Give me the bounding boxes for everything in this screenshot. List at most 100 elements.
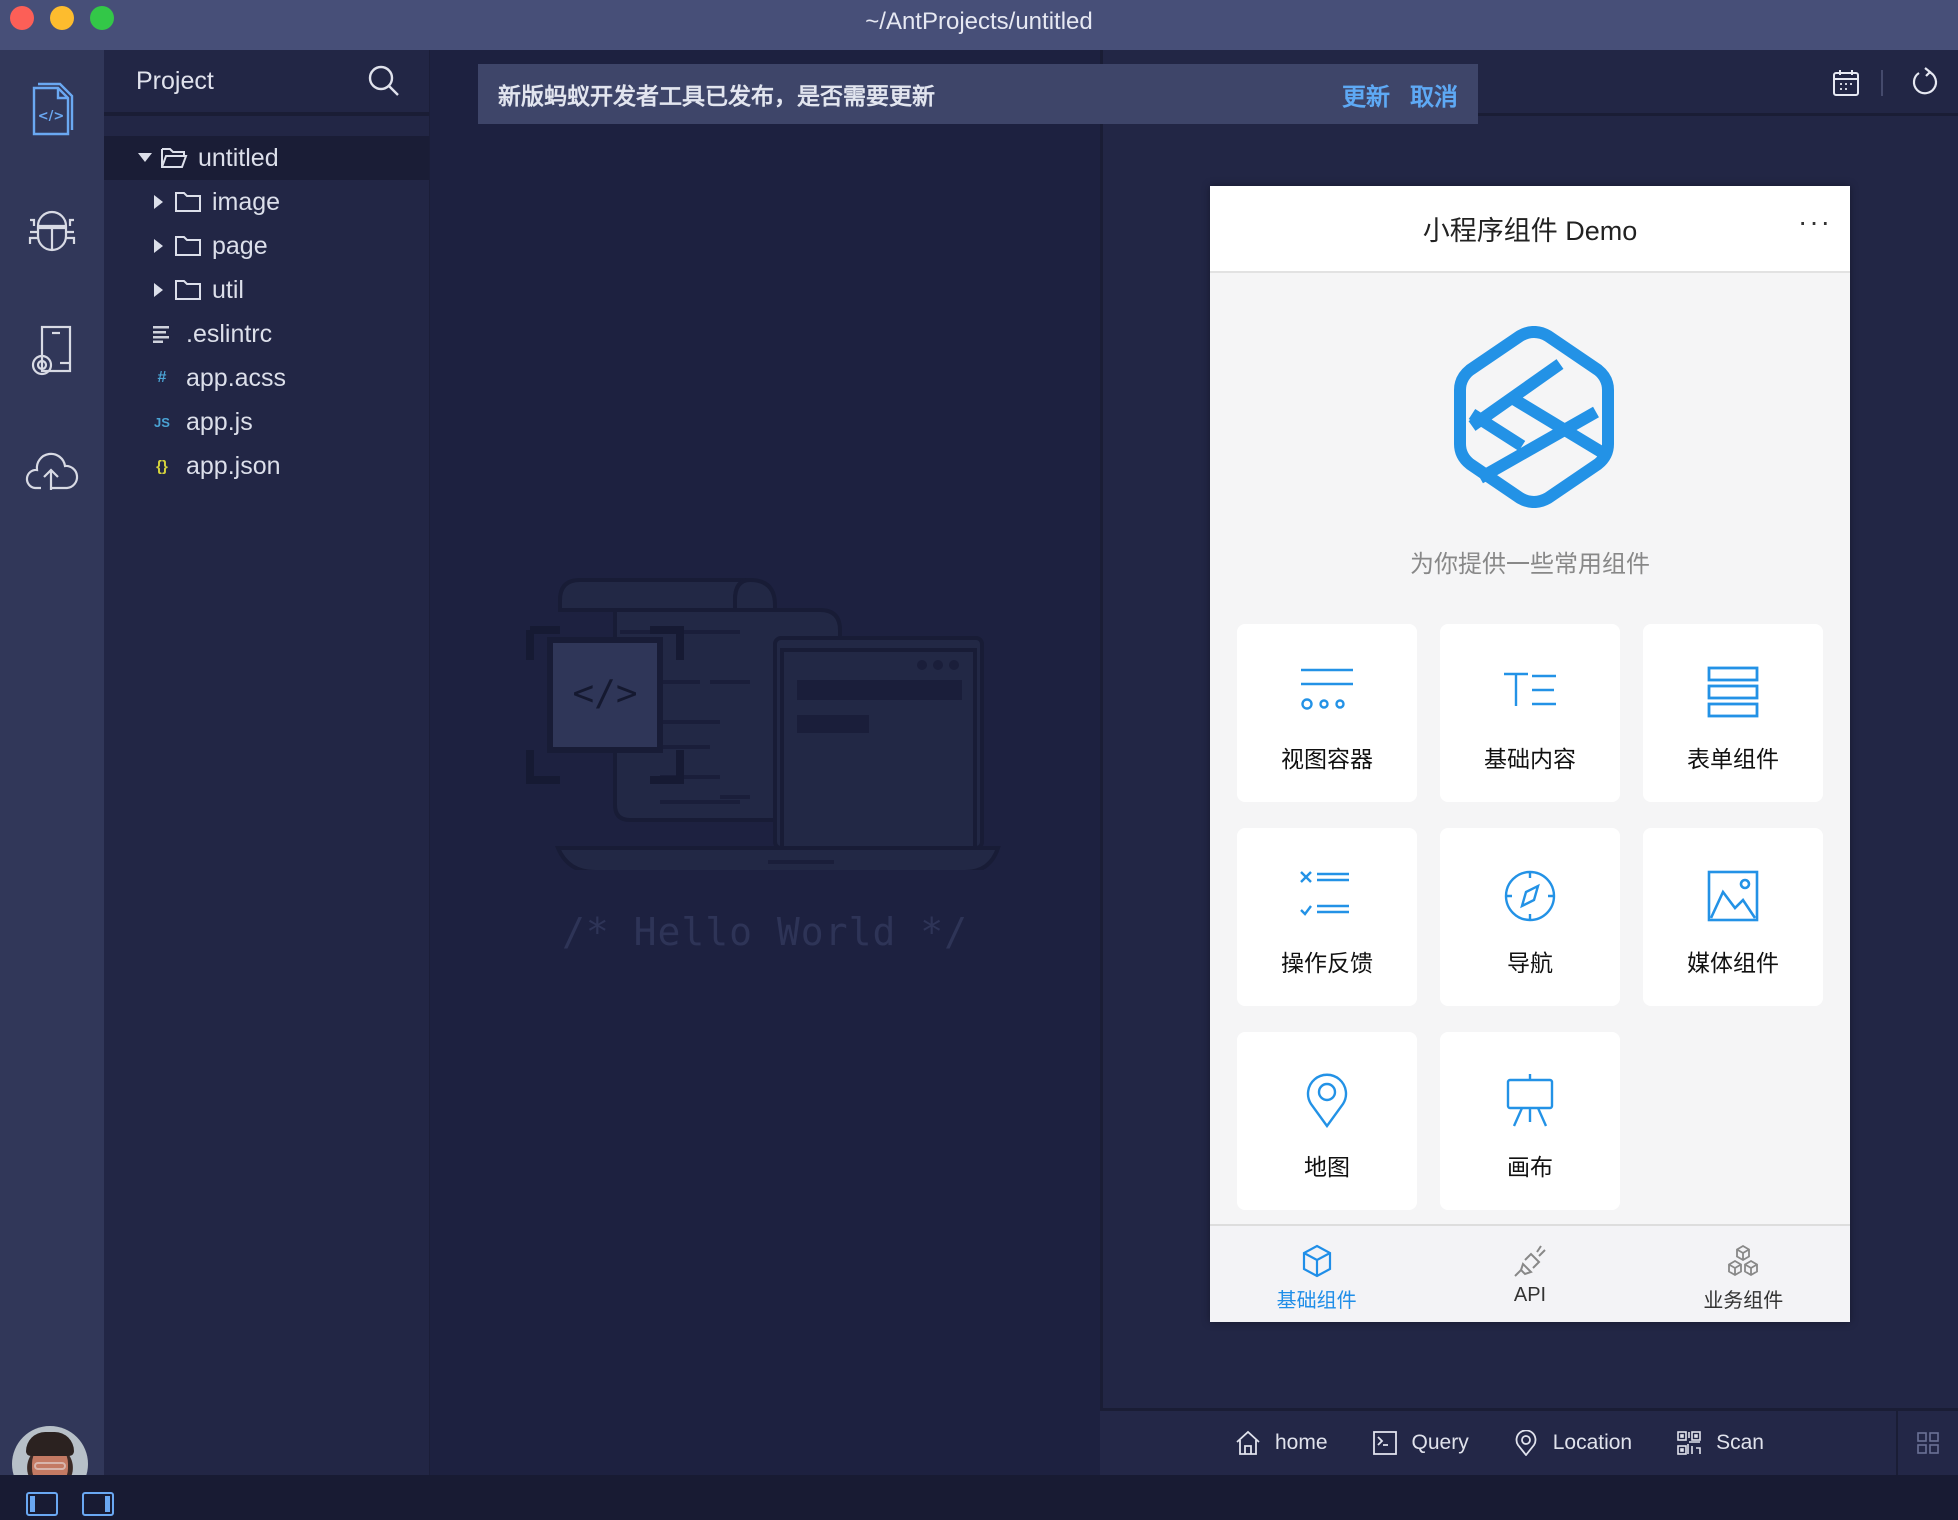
tree-item-util[interactable]: util (104, 268, 429, 312)
status-bar (0, 1475, 1958, 1520)
explorer-icon[interactable]: </> (22, 78, 82, 138)
tree-item-label: app.json (186, 451, 281, 480)
folder-open-icon (161, 148, 188, 168)
tree-item-eslintrc[interactable]: .eslintrc (104, 312, 429, 356)
tool-label: Query (1411, 1431, 1469, 1454)
tree-item-app-json[interactable]: {} app.json (104, 444, 429, 488)
location-icon (1515, 1430, 1537, 1456)
mini-program-logo-icon (1454, 326, 1614, 508)
cloud-upload-icon[interactable] (22, 442, 82, 502)
easel-icon (1506, 1074, 1554, 1127)
compass-icon (1504, 870, 1556, 922)
card-form[interactable]: 表单组件 (1643, 624, 1823, 802)
window-title: ~/AntProjects/untitled (865, 8, 1093, 35)
toggle-left-panel-button[interactable] (26, 1492, 58, 1516)
basic-content-icon (1504, 672, 1556, 706)
tree-item-label: .eslintrc (186, 319, 273, 348)
tree-item-label: untitled (198, 143, 279, 172)
terminal-icon (1372, 1431, 1397, 1455)
tree-item-label: page (212, 231, 268, 260)
card-canvas[interactable]: 画布 (1440, 1032, 1620, 1210)
tree-item-page[interactable]: page (104, 224, 429, 268)
title-bar: ~/AntProjects/untitled (0, 0, 1958, 50)
caret-right-icon (150, 239, 168, 253)
calendar-icon[interactable] (1831, 68, 1861, 98)
cancel-button[interactable]: 取消 (1410, 77, 1458, 112)
phone-tab-bar: 基础组件 API 业务组件 (1210, 1224, 1850, 1322)
plug-icon (1514, 1245, 1546, 1277)
phone-simulator: 小程序组件 Demo ··· 为你提供一些常用组件 视图容器 基础内容 表单组件 (1210, 186, 1850, 1322)
caret-down-icon (136, 153, 154, 163)
tree-item-app-acss[interactable]: # app.acss (104, 356, 429, 400)
query-button[interactable]: Query (1372, 1430, 1469, 1456)
tab-basic-components[interactable]: 基础组件 (1210, 1226, 1423, 1322)
home-icon (1236, 1430, 1260, 1455)
activity-bar: </> (0, 50, 104, 1502)
tab-label: API (1513, 1284, 1547, 1306)
json-file-icon: {} (156, 457, 168, 475)
tab-business-components[interactable]: 业务组件 (1637, 1226, 1850, 1322)
card-label: 画布 (1507, 1154, 1553, 1180)
folder-icon (175, 236, 201, 256)
scan-button[interactable]: Scan (1676, 1430, 1764, 1456)
search-icon[interactable] (367, 64, 401, 98)
device-settings-icon[interactable] (22, 322, 82, 382)
tree-item-label: app.acss (186, 363, 287, 392)
tab-api[interactable]: API (1423, 1226, 1636, 1322)
card-label: 视图容器 (1281, 746, 1373, 772)
tree-item-label: image (212, 187, 281, 216)
home-button[interactable]: home (1235, 1430, 1328, 1456)
card-navigation[interactable]: 导航 (1440, 828, 1620, 1006)
card-view-container[interactable]: 视图容器 (1237, 624, 1417, 802)
phone-subtitle: 为你提供一些常用组件 (1410, 551, 1650, 578)
caret-right-icon (150, 195, 168, 209)
tab-label: 基础组件 (1276, 1290, 1357, 1312)
card-label: 导航 (1507, 950, 1553, 976)
card-basic-content[interactable]: 基础内容 (1440, 624, 1620, 802)
tree-item-app-js[interactable]: JS app.js (104, 400, 429, 444)
debug-bug-icon[interactable] (22, 200, 82, 260)
toolbar-divider (1881, 70, 1883, 96)
card-label: 表单组件 (1687, 746, 1779, 772)
caret-right-icon (150, 283, 168, 297)
card-label: 操作反馈 (1281, 950, 1373, 976)
phone-nav-bar: 小程序组件 Demo ··· (1210, 186, 1850, 273)
left-panel-icon (30, 1496, 35, 1512)
sidebar-header: Project (104, 50, 429, 116)
folder-icon (175, 192, 201, 212)
cubes-icon (1728, 1244, 1759, 1277)
tree-item-label: app.js (186, 407, 253, 436)
notification-message: 新版蚂蚁开发者工具已发布，是否需要更新 (498, 83, 935, 109)
map-pin-icon (1306, 1073, 1348, 1128)
update-notification: 新版蚂蚁开发者工具已发布，是否需要更新 更新 取消 (478, 64, 1478, 124)
grid-layout-button[interactable] (1896, 1411, 1958, 1475)
refresh-icon[interactable] (1909, 66, 1941, 98)
tool-label: Location (1552, 1431, 1633, 1454)
form-icon (1707, 666, 1759, 718)
card-label: 媒体组件 (1687, 950, 1779, 976)
card-feedback[interactable]: 操作反馈 (1237, 828, 1417, 1006)
code-laptop-illustration: </> (526, 577, 1001, 870)
tree-item-untitled[interactable]: untitled (104, 136, 429, 180)
location-button[interactable]: Location (1513, 1430, 1632, 1456)
grid-icon (1917, 1432, 1939, 1454)
phone-nav-title: 小程序组件 Demo (1422, 216, 1638, 246)
tab-label: 业务组件 (1703, 1290, 1784, 1312)
hello-world-placeholder: /* Hello World */ (562, 910, 968, 954)
tree-item-image[interactable]: image (104, 180, 429, 224)
image-icon (1707, 870, 1759, 922)
folder-icon (175, 280, 201, 300)
more-options-button[interactable]: ··· (1798, 206, 1832, 238)
card-label: 基础内容 (1484, 746, 1576, 772)
tool-label: home (1275, 1431, 1328, 1454)
right-panel-icon (105, 1496, 110, 1512)
update-button[interactable]: 更新 (1342, 77, 1390, 112)
card-map[interactable]: 地图 (1237, 1032, 1417, 1210)
simulator-bottom-toolbar: home Query Location Scan (1100, 1408, 1958, 1475)
card-media[interactable]: 媒体组件 (1643, 828, 1823, 1006)
tool-label: Scan (1716, 1431, 1764, 1454)
feedback-icon (1300, 871, 1349, 916)
css-file-icon: # (157, 369, 167, 386)
toggle-right-panel-button[interactable] (82, 1492, 114, 1516)
qr-scan-icon (1677, 1431, 1701, 1455)
